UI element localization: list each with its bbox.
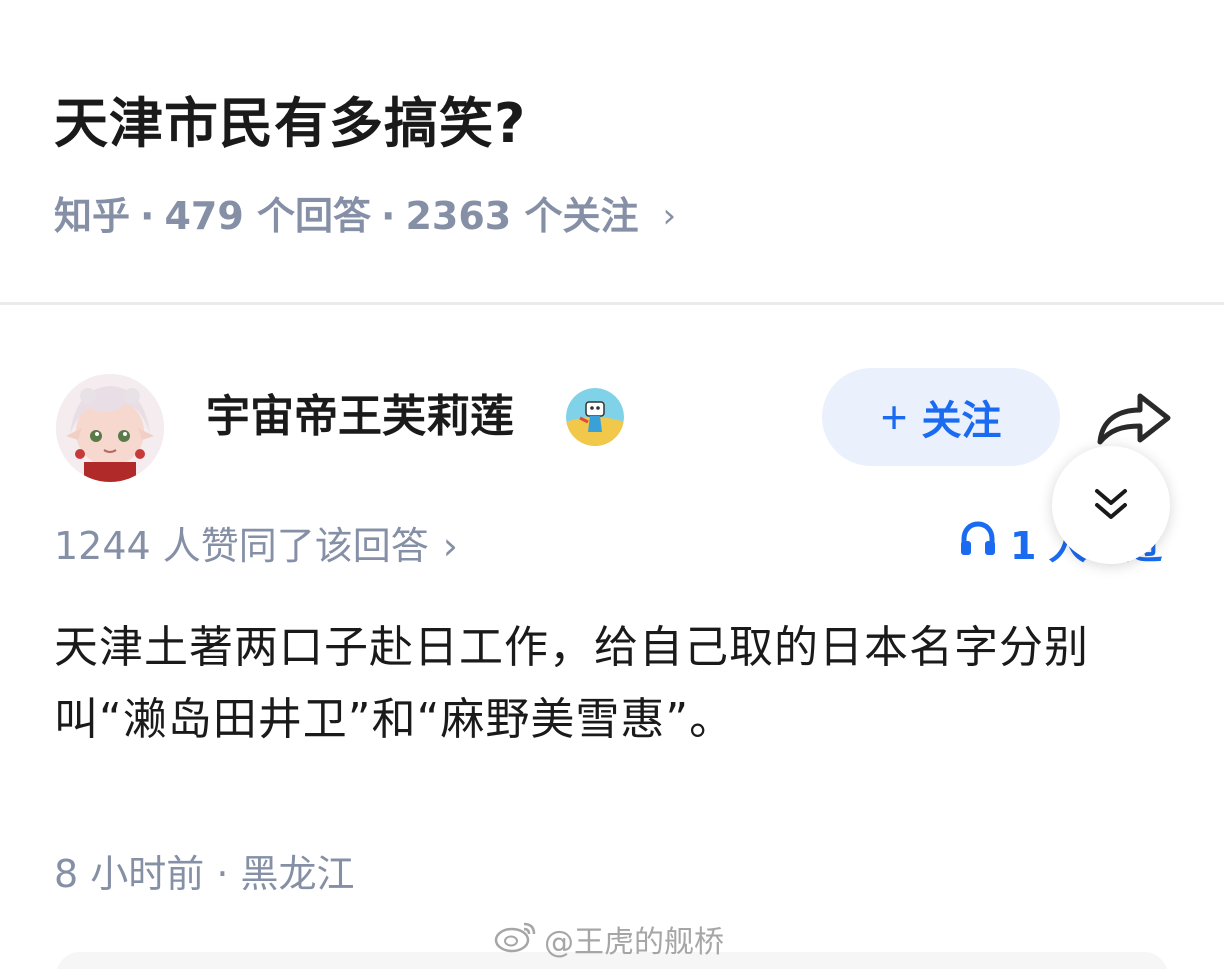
answer-location: 黑龙江: [240, 852, 355, 896]
weibo-logo-icon: [494, 918, 538, 967]
share-arrow-icon[interactable]: [1096, 390, 1172, 446]
question-meta[interactable]: 知乎 · 479 个回答 · 2363 个关注 ›: [54, 188, 676, 244]
double-chevron-down-icon: [1095, 489, 1127, 519]
divider: [0, 302, 1224, 305]
meta-separator: ·: [381, 194, 396, 238]
answer-time-location: 8 小时前 · 黑龙江: [54, 846, 355, 902]
author-name[interactable]: 宇宙帝王芙莉莲: [206, 384, 514, 450]
listen-count: 1: [1010, 524, 1037, 568]
upvote-summary[interactable]: 1244 人赞同了该回答 ›: [54, 518, 458, 574]
avatar-image: [56, 374, 164, 482]
collapse-button[interactable]: [1052, 446, 1170, 564]
meta-separator: ·: [140, 194, 155, 238]
watermark-text: @王虎的舰桥: [544, 924, 724, 960]
meta-separator: ·: [216, 852, 229, 896]
creator-badge-icon: [566, 388, 624, 446]
question-title[interactable]: 天津市民有多搞笑?: [54, 84, 526, 164]
answer-page: 天津市民有多搞笑? 知乎 · 479 个回答 · 2363 个关注 › 宇宙帝王: [0, 0, 1224, 969]
follow-label: 关注: [921, 399, 1002, 443]
plus-icon: +: [880, 391, 908, 443]
answer-content[interactable]: 天津土著两口子赴日工作，给自己取的日本名字分别叫“濑岛田井卫”和“麻野美雪惠”。: [54, 612, 1174, 756]
answer-time: 8 小时前: [54, 852, 205, 896]
watermark: @王虎的舰桥: [494, 918, 724, 967]
follower-count: 2363 个关注: [405, 194, 639, 238]
source-label: 知乎: [54, 194, 131, 238]
headphones-icon: [958, 518, 998, 574]
chevron-right-icon: ›: [662, 196, 677, 236]
follow-button[interactable]: + 关注: [822, 368, 1060, 466]
avatar[interactable]: [56, 374, 164, 482]
chevron-right-icon: ›: [442, 524, 458, 568]
upvote-count: 1244 人赞同了该回答: [54, 524, 429, 568]
answer-count: 479 个回答: [164, 194, 372, 238]
